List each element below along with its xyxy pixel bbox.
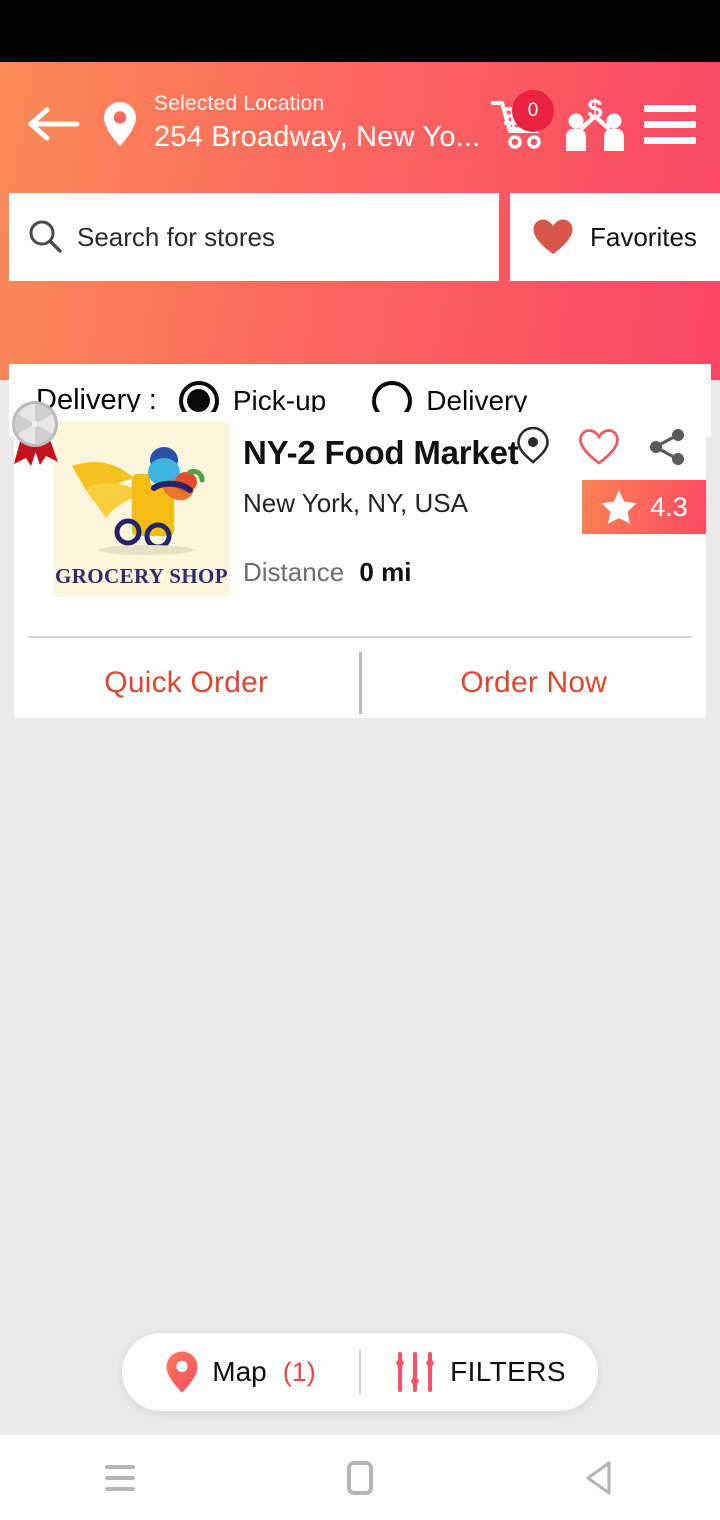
selected-location-value: 254 Broadway, New Yo... bbox=[154, 121, 481, 153]
search-icon bbox=[29, 220, 62, 253]
app-header: Selected Location 254 Broadway, New Yo..… bbox=[0, 62, 720, 437]
grocery-scooter-logo-icon bbox=[72, 447, 205, 555]
android-recents-button[interactable] bbox=[60, 1435, 180, 1520]
refer-and-earn-button[interactable]: $ bbox=[556, 88, 634, 160]
store-card-actions: Quick Order Order Now bbox=[14, 638, 706, 728]
home-square-icon bbox=[347, 1460, 373, 1495]
store-rating-value: 4.3 bbox=[650, 491, 688, 522]
store-card[interactable]: GROCERY SHOP NY-2 Food Market New York, … bbox=[12, 401, 706, 718]
map-toggle-button[interactable]: Map (1) bbox=[122, 1350, 359, 1394]
store-distance-label: Distance bbox=[243, 557, 345, 587]
map-locate-button[interactable] bbox=[516, 426, 550, 473]
map-label: Map bbox=[212, 1356, 267, 1387]
android-back-button[interactable] bbox=[540, 1435, 660, 1520]
filters-sliders-icon bbox=[396, 1352, 435, 1392]
back-button[interactable] bbox=[16, 104, 92, 144]
selected-location-text[interactable]: Selected Location 254 Broadway, New Yo..… bbox=[148, 91, 482, 157]
store-logo: GROCERY SHOP bbox=[54, 422, 229, 597]
arrow-left-icon bbox=[28, 107, 80, 141]
quick-order-button[interactable]: Quick Order bbox=[14, 666, 359, 700]
filters-label: FILTERS bbox=[450, 1356, 566, 1387]
cart-count-badge: 0 bbox=[512, 90, 554, 132]
favorites-button[interactable]: Favorites bbox=[510, 193, 720, 281]
recents-icon bbox=[105, 1464, 135, 1491]
store-card-icons bbox=[516, 426, 688, 473]
order-now-button[interactable]: Order Now bbox=[362, 666, 707, 700]
map-locate-icon bbox=[517, 426, 549, 464]
selected-location-pin bbox=[92, 100, 148, 148]
back-triangle-icon bbox=[586, 1460, 611, 1495]
header-actions: 0 $ bbox=[482, 88, 720, 160]
filters-button[interactable]: FILTERS bbox=[361, 1350, 598, 1394]
refer-earn-people-dollar-icon: $ bbox=[566, 95, 624, 151]
cart-button[interactable]: 0 bbox=[482, 88, 556, 160]
map-pin-icon bbox=[166, 1351, 198, 1393]
hamburger-menu-icon bbox=[644, 104, 696, 144]
map-count: (1) bbox=[282, 1356, 316, 1387]
favorites-label: Favorites bbox=[590, 221, 697, 252]
hamburger-menu-button[interactable] bbox=[634, 88, 706, 160]
star-icon bbox=[601, 490, 637, 524]
store-logo-text: GROCERY SHOP bbox=[54, 564, 229, 588]
android-navigation-bar bbox=[0, 1434, 720, 1520]
bottom-action-bar: Map (1) FILTERS bbox=[122, 1333, 598, 1411]
android-home-button[interactable] bbox=[300, 1435, 420, 1520]
store-info: NY-2 Food Market New York, NY, USA Dista… bbox=[229, 412, 706, 622]
store-distance: Distance 0 mi bbox=[243, 557, 706, 588]
favorite-store-button[interactable] bbox=[578, 428, 620, 471]
award-medal-icon bbox=[12, 401, 58, 466]
status-bar bbox=[0, 0, 720, 62]
store-card-main: GROCERY SHOP NY-2 Food Market New York, … bbox=[12, 401, 706, 622]
heart-filled-icon bbox=[533, 219, 573, 254]
share-icon bbox=[650, 429, 684, 465]
search-box[interactable] bbox=[9, 193, 499, 281]
search-row: Favorites bbox=[0, 193, 720, 281]
header-top-row: Selected Location 254 Broadway, New Yo..… bbox=[0, 62, 720, 186]
store-rating-badge: 4.3 bbox=[582, 480, 706, 534]
heart-outline-icon bbox=[579, 429, 619, 465]
app-root: Selected Location 254 Broadway, New Yo..… bbox=[0, 0, 720, 1520]
search-input[interactable] bbox=[77, 221, 457, 253]
location-pin-icon bbox=[104, 102, 136, 146]
store-distance-value: 0 mi bbox=[359, 557, 412, 587]
share-store-button[interactable] bbox=[648, 428, 688, 471]
selected-location-label: Selected Location bbox=[154, 92, 325, 115]
